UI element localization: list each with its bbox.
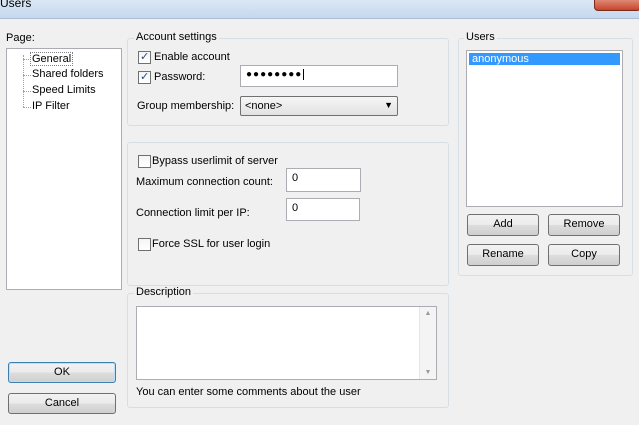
- force-ssl-label: Force SSL for user login: [152, 238, 271, 250]
- enable-account-checkbox[interactable]: ✓: [138, 51, 151, 64]
- check-mark-icon: ✓: [140, 51, 150, 63]
- add-user-button[interactable]: Add: [467, 214, 539, 236]
- remove-user-button[interactable]: Remove: [548, 214, 620, 236]
- rename-user-button[interactable]: Rename: [467, 244, 539, 266]
- description-hint: You can enter some comments about the us…: [136, 386, 361, 398]
- scroll-down-icon[interactable]: ▼: [420, 369, 436, 376]
- page-tree[interactable]: General Shared folders Speed Limits IP F…: [6, 48, 122, 290]
- users-label: Users: [464, 31, 497, 43]
- copy-user-button[interactable]: Copy: [548, 244, 620, 266]
- title-bar: Users: [0, 0, 639, 19]
- group-membership-label: Group membership:: [137, 100, 235, 112]
- dropdown-arrow-icon: ▼: [384, 100, 393, 110]
- force-ssl-checkbox[interactable]: [138, 238, 151, 251]
- users-listbox[interactable]: anonymous: [466, 50, 623, 207]
- password-value: ●●●●●●●●: [246, 69, 303, 80]
- enable-account-label: Enable account: [154, 51, 230, 63]
- user-list-item[interactable]: anonymous: [469, 53, 620, 65]
- page-label: Page:: [6, 32, 35, 44]
- max-connections-field[interactable]: 0: [286, 168, 361, 192]
- group-membership-value: <none>: [245, 100, 283, 112]
- bypass-userlimit-label: Bypass userlimit of server: [152, 155, 278, 167]
- check-mark-icon: ✓: [140, 71, 150, 83]
- ok-button[interactable]: OK: [8, 362, 116, 383]
- description-label: Description: [134, 286, 194, 298]
- tree-connector: [23, 55, 24, 107]
- description-textarea[interactable]: ▲ ▼: [136, 306, 437, 380]
- tree-item-shared-folders[interactable]: Shared folders: [32, 68, 104, 80]
- bypass-userlimit-checkbox[interactable]: [138, 155, 151, 168]
- max-connections-label: Maximum connection count:: [136, 176, 273, 188]
- close-button[interactable]: [594, 0, 639, 11]
- limit-per-ip-field[interactable]: 0: [286, 198, 360, 221]
- tree-item-general[interactable]: General: [30, 52, 74, 66]
- description-scrollbar[interactable]: ▲ ▼: [419, 307, 436, 379]
- window-title: Users: [0, 0, 32, 10]
- password-field[interactable]: ●●●●●●●●: [240, 65, 398, 87]
- account-settings-label: Account settings: [134, 31, 219, 43]
- limit-per-ip-label: Connection limit per IP:: [136, 207, 250, 219]
- password-label: Password:: [154, 71, 206, 83]
- password-checkbox[interactable]: ✓: [138, 71, 151, 84]
- tree-item-ip-filter[interactable]: IP Filter: [32, 100, 70, 112]
- scroll-up-icon[interactable]: ▲: [420, 310, 436, 317]
- text-cursor: [303, 69, 305, 80]
- cancel-button[interactable]: Cancel: [8, 393, 116, 414]
- group-membership-select[interactable]: <none> ▼: [240, 96, 398, 116]
- tree-item-speed-limits[interactable]: Speed Limits: [32, 84, 96, 96]
